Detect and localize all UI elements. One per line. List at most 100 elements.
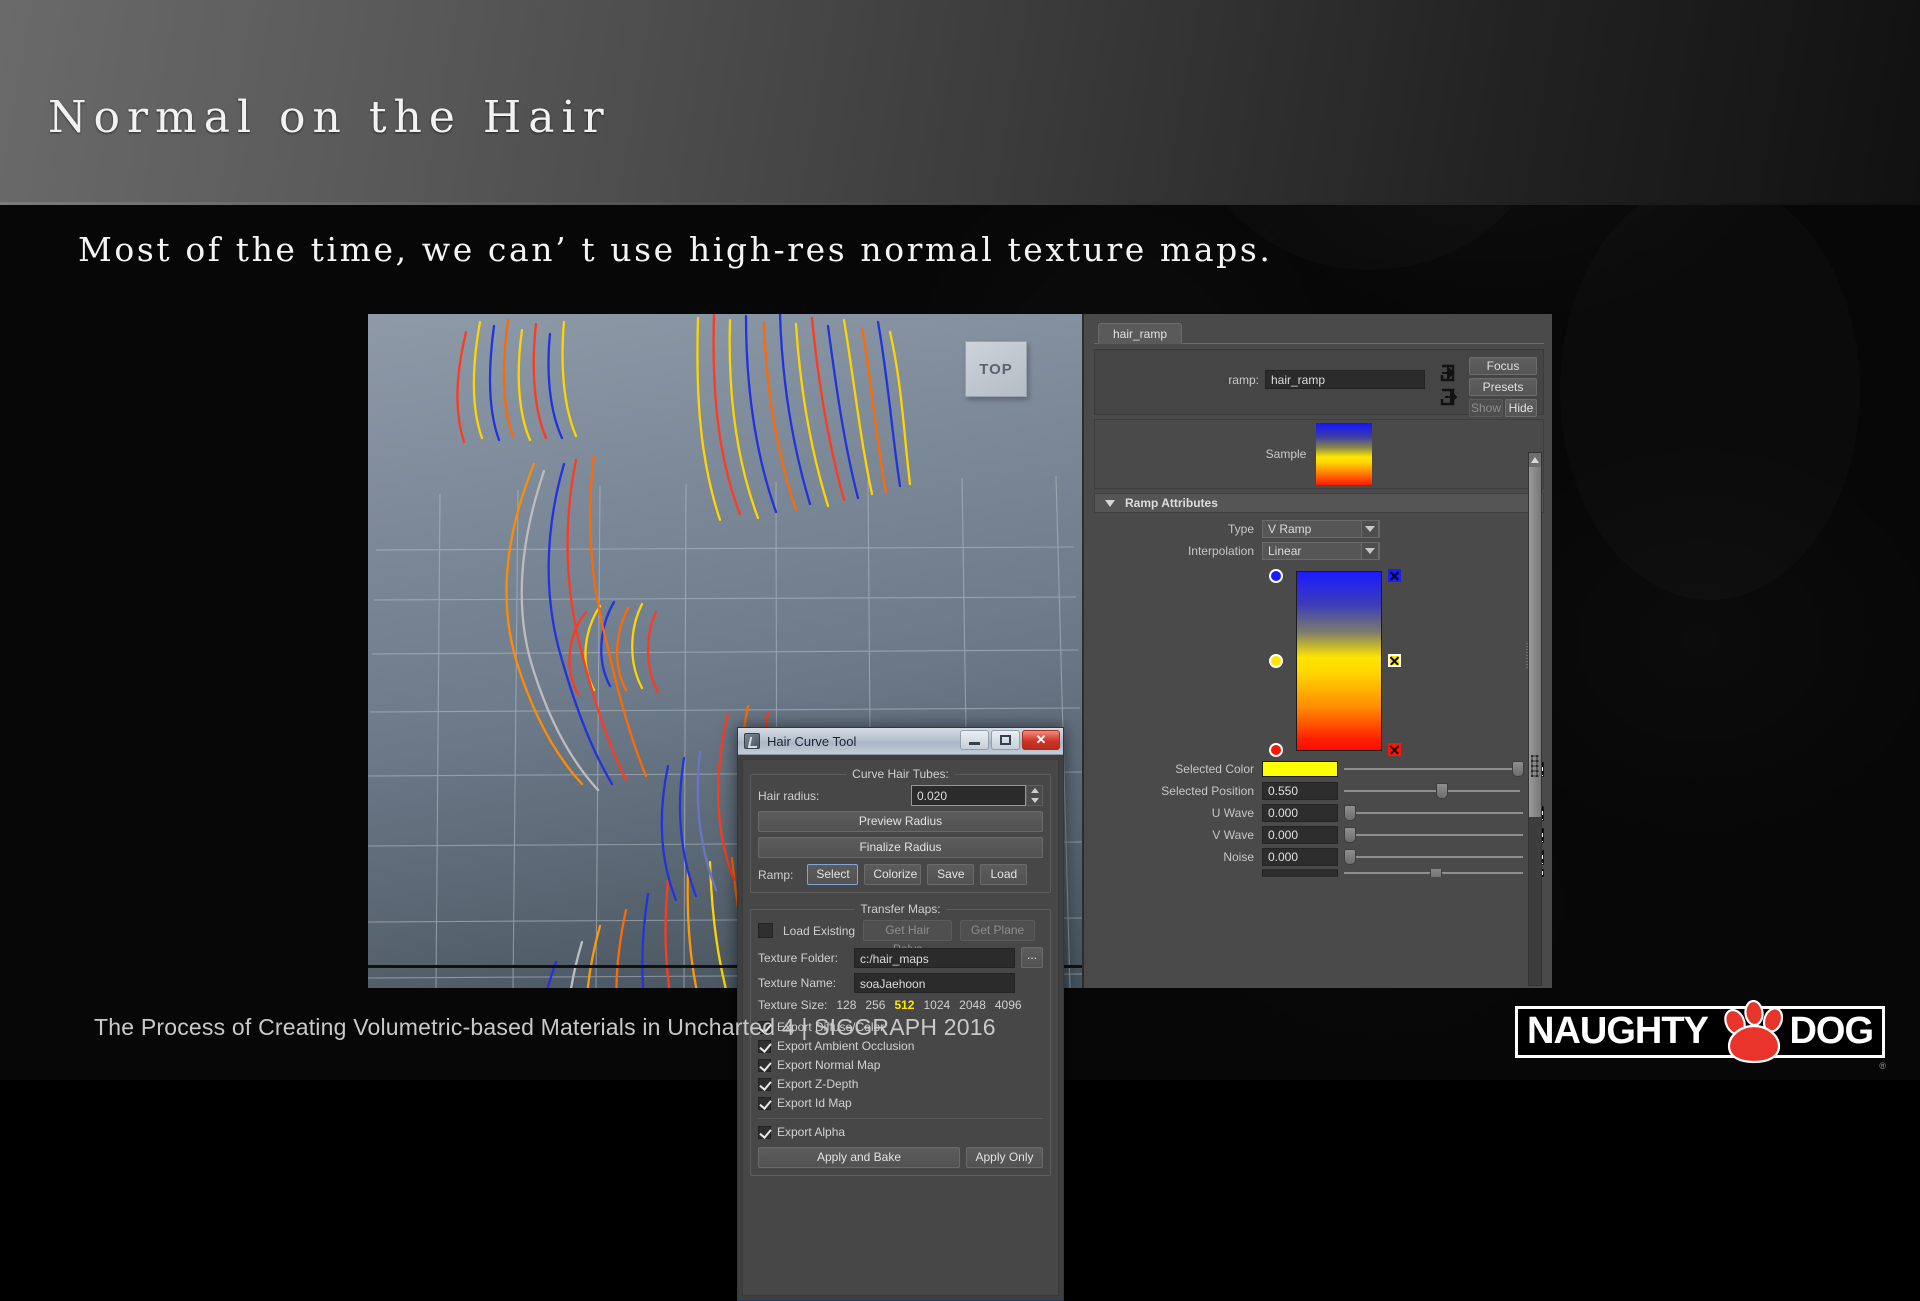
export-alpha-checkbox[interactable] — [758, 1125, 771, 1139]
scroll-up-icon[interactable] — [1529, 453, 1541, 467]
ramp-name-row: ramp: hair_ramp — [1095, 370, 1425, 389]
export-alpha-label: Export Alpha — [777, 1125, 846, 1139]
texture-folder-input[interactable]: c:/hair_maps — [854, 947, 1015, 968]
type-dropdown[interactable]: V Ramp — [1262, 520, 1380, 538]
selected-position-input[interactable]: 0.550 — [1262, 782, 1338, 800]
noise-input[interactable]: 0.000 — [1262, 848, 1338, 866]
ramp-marker-red-handle[interactable] — [1269, 743, 1283, 757]
noise-label: Noise — [1223, 850, 1254, 864]
texture-size-label: Texture Size: — [758, 998, 828, 1012]
logo-word-naughty: NAUGHTY — [1527, 1010, 1709, 1053]
ramp-save-button[interactable]: Save — [927, 864, 975, 885]
chevron-down-icon[interactable] — [1361, 520, 1379, 538]
ramp-select-button[interactable]: Select — [807, 864, 859, 885]
load-existing-row: Load Existing Get Hair Polys Get Plane — [758, 920, 1043, 956]
hair-radius-input[interactable]: 0.020 — [911, 785, 1026, 806]
attr-row-v-wave: V Wave 0.000 — [1094, 825, 1544, 845]
v-wave-input[interactable]: 0.000 — [1262, 826, 1338, 844]
export-ambient-occlusion-label: Export Ambient Occlusion — [777, 1039, 915, 1053]
hide-button[interactable]: Hide — [1505, 399, 1537, 417]
maximize-button[interactable] — [991, 730, 1020, 750]
load-existing-checkbox[interactable] — [758, 923, 773, 938]
selected-position-label: Selected Position — [1161, 784, 1254, 798]
ramp-marker-yellow-handle[interactable] — [1269, 654, 1283, 668]
attr-row-selected-position: Selected Position 0.550 — [1094, 781, 1544, 801]
export-normal-row[interactable]: Export Normal Map — [758, 1056, 1043, 1074]
ramp-gradient-widget[interactable] — [1094, 567, 1544, 759]
texture-size-512[interactable]: 512 — [894, 998, 914, 1012]
slide-header-band: Normal on the Hair — [0, 0, 1920, 205]
minimize-button[interactable] — [960, 730, 989, 750]
ramp-load-button[interactable]: Load — [980, 864, 1028, 885]
texture-size-256[interactable]: 256 — [865, 998, 885, 1012]
attribute-editor-scrollbar[interactable] — [1528, 452, 1542, 986]
attr-row-type: Type V Ramp — [1094, 519, 1544, 539]
app-icon — [744, 733, 760, 749]
ramp-marker-yellow-delete-icon[interactable] — [1388, 654, 1401, 667]
ramp-marker-red-delete-icon[interactable] — [1388, 743, 1401, 756]
sample-label: Sample — [1265, 447, 1307, 461]
selected-color-swatch[interactable] — [1262, 761, 1338, 777]
selected-color-label: Selected Color — [1175, 762, 1254, 776]
export-normal-map-checkbox[interactable] — [758, 1058, 771, 1072]
u-wave-label: U Wave — [1211, 806, 1254, 820]
type-label: Type — [1227, 522, 1254, 536]
texture-name-input[interactable]: soaJaehoon — [854, 973, 1015, 993]
selected-position-slider[interactable] — [1344, 782, 1520, 800]
decorative-blob-2 — [1560, 180, 1860, 600]
tab-hair-ramp[interactable]: hair_ramp — [1098, 323, 1183, 344]
view-cube[interactable]: TOP — [965, 341, 1027, 397]
ramp-name-input[interactable]: hair_ramp — [1265, 370, 1425, 389]
output-connection-icon[interactable] — [1440, 388, 1460, 406]
texture-size-2048[interactable]: 2048 — [959, 998, 986, 1012]
browse-folder-button[interactable]: ... — [1021, 947, 1043, 968]
finalize-radius-button[interactable]: Finalize Radius — [758, 837, 1043, 858]
hair-radius-row: Hair radius: 0.020 — [758, 785, 1043, 806]
noise-slider[interactable] — [1344, 848, 1523, 866]
ramp-marker-blue-delete-icon[interactable] — [1388, 569, 1401, 582]
ramp-attributes-section-header[interactable]: Ramp Attributes — [1094, 493, 1544, 513]
close-button[interactable]: ✕ — [1022, 730, 1060, 750]
export-zdepth-row[interactable]: Export Z-Depth — [758, 1075, 1043, 1093]
ramp-colorize-button[interactable]: Colorize — [864, 864, 922, 885]
ramp-sample-swatch[interactable] — [1316, 423, 1373, 485]
export-z-depth-label: Export Z-Depth — [777, 1077, 859, 1091]
u-wave-input[interactable]: 0.000 — [1262, 804, 1338, 822]
texture-size-1024[interactable]: 1024 — [923, 998, 950, 1012]
focus-button[interactable]: Focus — [1469, 357, 1537, 375]
ramp-marker-blue-handle[interactable] — [1269, 569, 1283, 583]
texture-size-128[interactable]: 128 — [836, 998, 856, 1012]
u-wave-slider[interactable] — [1344, 804, 1523, 822]
scrollbar-thumb[interactable] — [1529, 467, 1541, 817]
export-id-map-checkbox[interactable] — [758, 1096, 771, 1110]
export-alpha-row[interactable]: Export Alpha — [758, 1123, 1043, 1141]
hair-curve-tool-titlebar[interactable]: Hair Curve Tool ✕ — [738, 728, 1063, 755]
texture-folder-label: Texture Folder: — [758, 950, 839, 965]
hair-radius-stepper[interactable] — [1026, 785, 1043, 806]
ramp-gradient-strip[interactable] — [1296, 571, 1382, 751]
interpolation-dropdown[interactable]: Linear — [1262, 542, 1380, 560]
apply-and-bake-button[interactable]: Apply and Bake — [758, 1147, 960, 1168]
get-plane-button[interactable]: Get Plane — [960, 920, 1036, 941]
ramp-node-header: ramp: hair_ramp Focus Presets Show Hide — [1094, 349, 1544, 417]
export-z-depth-checkbox[interactable] — [758, 1077, 771, 1091]
selected-color-slider[interactable] — [1344, 760, 1525, 778]
export-id-row[interactable]: Export Id Map — [758, 1094, 1043, 1112]
export-ambient-occlusion-checkbox[interactable] — [758, 1039, 771, 1053]
slide-footer: The Process of Creating Volumetric-based… — [94, 1014, 996, 1040]
texture-name-row: Texture Name: soaJaehoon — [758, 973, 1043, 993]
interpolation-value: Linear — [1268, 544, 1302, 558]
collapse-triangle-icon[interactable] — [1105, 499, 1115, 507]
v-wave-label: V Wave — [1212, 828, 1254, 842]
attr-row-clipped — [1094, 869, 1544, 877]
input-connection-icon[interactable] — [1440, 364, 1460, 382]
get-hair-polys-button[interactable]: Get Hair Polys — [863, 920, 953, 956]
apply-buttons-row: Apply and Bake Apply Only — [758, 1147, 1043, 1168]
v-wave-slider[interactable] — [1344, 826, 1523, 844]
preview-radius-button[interactable]: Preview Radius — [758, 811, 1043, 832]
apply-only-button[interactable]: Apply Only — [966, 1147, 1043, 1168]
chevron-down-icon[interactable] — [1361, 542, 1379, 560]
presets-button[interactable]: Presets — [1469, 378, 1537, 396]
texture-size-4096[interactable]: 4096 — [995, 998, 1022, 1012]
show-button[interactable]: Show — [1469, 399, 1503, 417]
